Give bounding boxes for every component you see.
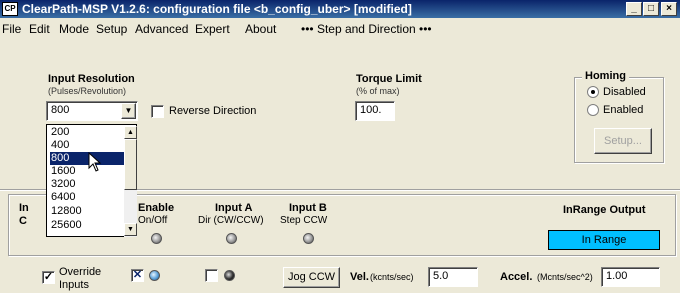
maximize-button[interactable]: □	[643, 2, 659, 16]
inputs-panel-partial-label-2: C	[19, 215, 27, 227]
input-b-led-icon	[303, 233, 314, 244]
menu-file[interactable]: File	[2, 22, 21, 36]
enable-label: Enable	[138, 202, 175, 214]
input-a-led-icon	[226, 233, 237, 244]
list-item[interactable]: 1600	[50, 165, 124, 178]
homing-enabled-label: Enabled	[603, 104, 644, 116]
list-item[interactable]: 200	[50, 126, 124, 139]
inputs-panel-partial-label: In	[19, 202, 29, 214]
menu-advanced[interactable]: Advanced	[135, 22, 188, 36]
inrange-output-label: InRange Output	[563, 204, 646, 216]
menu-about[interactable]: About	[245, 22, 276, 36]
dropdown-scrollbar[interactable]: ▲ ▼	[124, 126, 137, 237]
input-a-label: Input A	[215, 202, 253, 214]
enable-override-led-icon	[149, 270, 160, 281]
reverse-direction-label: Reverse Direction	[169, 105, 257, 117]
window-title: ClearPath-MSP V1.2.6: configuration file…	[22, 2, 412, 16]
enable-override-checkbox[interactable]: ✕	[131, 269, 144, 282]
mode-display: ••• Step and Direction •••	[301, 22, 432, 36]
jog-ccw-button[interactable]: Jog CCW	[283, 267, 340, 288]
acceleration-label: Accel.	[500, 271, 533, 283]
cp-logo-icon: CP	[2, 2, 18, 16]
scroll-down-icon[interactable]: ▼	[124, 223, 137, 236]
list-item[interactable]: 6400	[50, 191, 124, 204]
input-resolution-sublabel: (Pulses/Revolution)	[48, 86, 127, 96]
torque-limit-sublabel: (% of max)	[356, 86, 400, 96]
menu-expert[interactable]: Expert	[195, 22, 230, 36]
list-item[interactable]: 3200	[50, 178, 124, 191]
dir-override-led-icon	[224, 270, 235, 281]
velocity-input[interactable]: 5.0	[428, 267, 478, 287]
homing-disabled-radio[interactable]	[587, 86, 599, 98]
input-resolution-value: 800	[51, 104, 70, 116]
acceleration-units: (Mcnts/sec^2)	[537, 272, 593, 282]
list-item[interactable]: 12800	[50, 205, 124, 218]
input-resolution-label: Input Resolution	[48, 73, 135, 85]
override-inputs-checkbox[interactable]: ✓	[42, 271, 55, 284]
input-a-sublabel: Dir (CW/CCW)	[198, 215, 264, 226]
reverse-direction-checkbox[interactable]	[151, 105, 164, 118]
torque-limit-input[interactable]: 100.	[355, 101, 395, 121]
list-item-selected[interactable]: 800	[50, 152, 124, 165]
menu-setup[interactable]: Setup	[96, 22, 127, 36]
homing-enabled-radio[interactable]	[587, 104, 599, 116]
override-label: Override	[59, 266, 102, 278]
input-b-sublabel: Step CCW	[280, 215, 328, 226]
velocity-label: Vel.	[350, 271, 369, 283]
dir-override-checkbox[interactable]	[205, 269, 218, 282]
enable-sublabel: On/Off	[138, 215, 168, 226]
torque-limit-label: Torque Limit	[356, 73, 422, 85]
menu-edit[interactable]: Edit	[29, 22, 50, 36]
inrange-indicator: In Range	[548, 230, 660, 250]
list-item[interactable]: 400	[50, 139, 124, 152]
acceleration-input[interactable]: 1.00	[601, 267, 660, 287]
homing-disabled-label: Disabled	[603, 86, 646, 98]
scroll-thumb[interactable]	[124, 139, 137, 190]
input-resolution-dropdown-list[interactable]: 200 400 800 1600 3200 6400 12800 25600 ▲…	[46, 124, 137, 237]
minimize-button[interactable]: _	[626, 2, 642, 16]
homing-setup-button[interactable]: Setup...	[594, 128, 652, 154]
homing-label: Homing	[582, 70, 629, 82]
dropdown-arrow-icon[interactable]: ▼	[121, 103, 136, 119]
close-button[interactable]: ×	[661, 2, 677, 16]
list-item[interactable]: 25600	[50, 219, 124, 232]
mouse-cursor-icon	[88, 152, 102, 172]
velocity-units: (kcnts/sec)	[370, 272, 414, 282]
menu-mode[interactable]: Mode	[59, 22, 89, 36]
input-b-label: Input B	[289, 202, 327, 214]
scroll-up-icon[interactable]: ▲	[124, 126, 137, 139]
inputs-label: Inputs	[59, 279, 89, 291]
enable-led-icon	[151, 233, 162, 244]
